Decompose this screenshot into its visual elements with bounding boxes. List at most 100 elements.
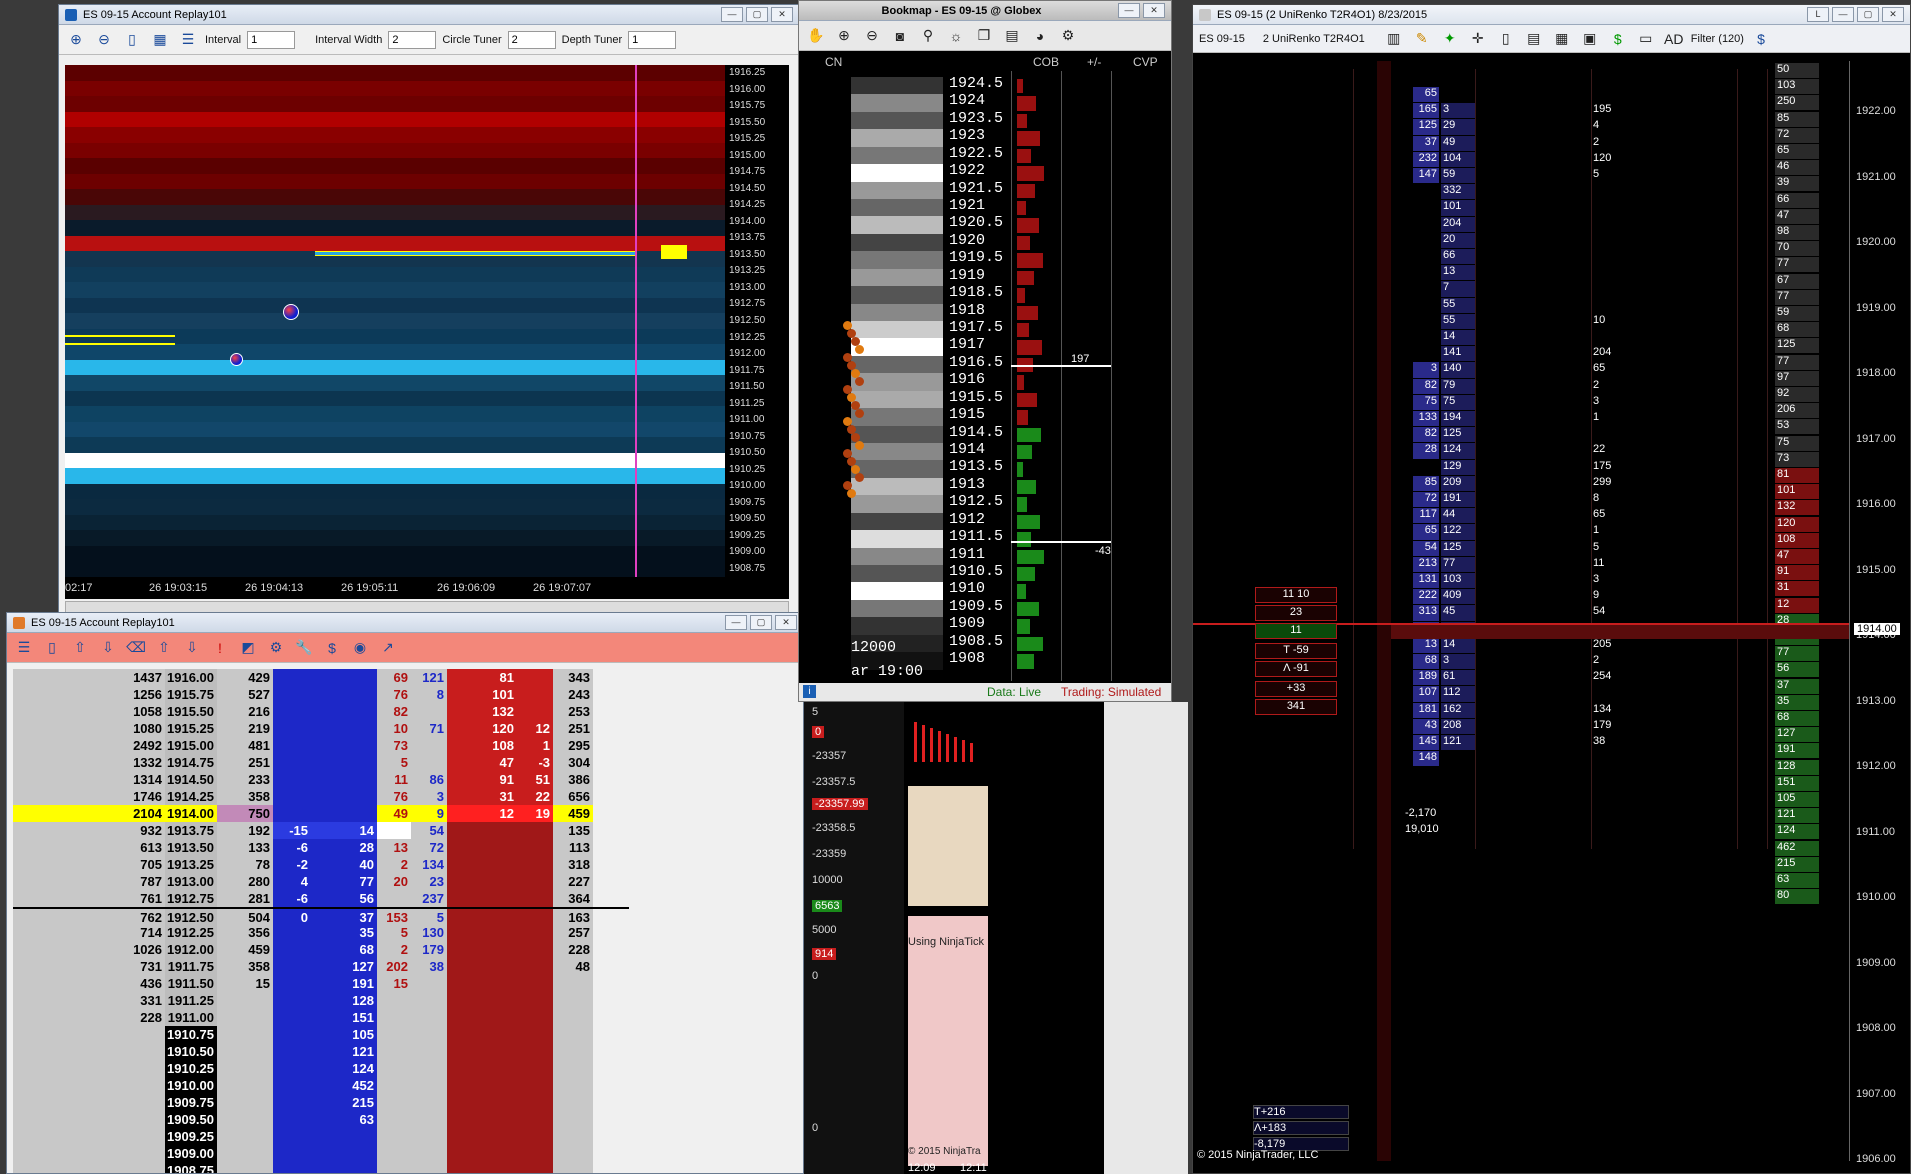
up-arrow-icon[interactable]: ⇧ [69, 637, 91, 659]
dom-cell[interactable] [311, 1145, 377, 1162]
dom-cell[interactable] [273, 720, 311, 737]
dom-cell[interactable] [447, 1128, 517, 1145]
close-button[interactable]: ✕ [771, 7, 793, 22]
filter-label[interactable]: Filter (120) [1691, 33, 1744, 45]
instrument-select[interactable]: ES 09-15 [1199, 33, 1257, 45]
down-arrow-icon[interactable]: ⇩ [97, 637, 119, 659]
dom-cell[interactable] [273, 1094, 311, 1111]
crosshair-icon[interactable]: ✛ [1467, 28, 1489, 50]
dollar-dropdown-icon[interactable]: $ [1750, 28, 1772, 50]
dom-cell[interactable]: 1916.00 [165, 669, 217, 686]
dom-cell[interactable]: 12 [447, 805, 517, 822]
dom-cell[interactable] [311, 788, 377, 805]
dom-cell[interactable]: 1911.75 [165, 958, 217, 975]
minimize-button[interactable]: — [725, 615, 747, 630]
chart-icon[interactable]: ▤ [1523, 28, 1545, 50]
dom-cell[interactable]: 1915.00 [165, 737, 217, 754]
dom-cell[interactable]: 127 [311, 958, 377, 975]
dom-cell[interactable]: 101 [447, 686, 517, 703]
close-button[interactable]: ✕ [775, 615, 797, 630]
dom-cell[interactable] [517, 1145, 553, 1162]
dom-cell[interactable]: 40 [311, 856, 377, 873]
zoom-out-icon[interactable]: ⊖ [861, 25, 883, 47]
lines-icon[interactable]: ☰ [177, 29, 199, 51]
bookmap-canvas[interactable]: 1924.5 1924 1923.5 1923 1922.5 1922 1921.5 1921… [799, 71, 1171, 681]
dollar-icon[interactable]: $ [1607, 28, 1629, 50]
pin-icon[interactable]: ✦ [1439, 28, 1461, 50]
grid-icon[interactable]: ▦ [149, 29, 171, 51]
nt-chart-area[interactable]: 1922.00 1921.00 1920.00 1919.00 1918.00 1917.… [1193, 61, 1910, 1171]
dom-cell[interactable]: 151 [311, 1009, 377, 1026]
nt-titlebar[interactable]: ES 09-15 (2 UniRenko T2R4O1) 8/23/2015 L… [1193, 5, 1910, 25]
dom-cell[interactable] [517, 1060, 553, 1077]
dom-cell[interactable] [447, 856, 517, 873]
heatmap-canvas[interactable] [65, 65, 725, 577]
dom-cell[interactable] [273, 788, 311, 805]
dom-cell[interactable] [447, 839, 517, 856]
zoom-out-icon[interactable]: ⊖ [93, 29, 115, 51]
dom-cell[interactable]: 1911.50 [165, 975, 217, 992]
depth-tuner-input[interactable]: 1 [628, 30, 677, 49]
dom-cell[interactable]: 1911.00 [165, 1009, 217, 1026]
dom-cell[interactable] [447, 909, 517, 924]
dom-cell[interactable]: 14 [311, 822, 377, 839]
dom-cell[interactable] [273, 754, 311, 771]
dom-cell[interactable] [517, 1162, 553, 1173]
dom-cell[interactable]: 1914.75 [165, 754, 217, 771]
up-arrow-icon[interactable]: ⇧ [153, 637, 175, 659]
dom-cell[interactable]: 452 [311, 1077, 377, 1094]
dom-cell[interactable]: 1912.50 [165, 909, 217, 924]
dom-cell[interactable] [517, 822, 553, 839]
dom-cell[interactable]: 1910.00 [165, 1077, 217, 1094]
properties-icon[interactable]: ▦ [1551, 28, 1573, 50]
dom-cell[interactable] [447, 975, 517, 992]
dom-cell[interactable] [311, 1128, 377, 1145]
dom-cell[interactable] [273, 1009, 311, 1026]
bars-icon[interactable]: ▥ [1383, 28, 1405, 50]
dom-cell[interactable] [273, 975, 311, 992]
dom-cell[interactable] [273, 737, 311, 754]
dom-cell[interactable] [517, 839, 553, 856]
down-arrow-icon[interactable]: ⇩ [181, 637, 203, 659]
trash-icon[interactable]: ▯ [41, 637, 63, 659]
dom-cell[interactable] [517, 686, 553, 703]
dom-cell[interactable]: 1913.50 [165, 839, 217, 856]
dom-cell[interactable]: 121 [311, 1043, 377, 1060]
lines-icon[interactable]: ☰ [13, 637, 35, 659]
close-button[interactable]: ✕ [1882, 7, 1904, 22]
dom-cell[interactable]: 124 [311, 1060, 377, 1077]
dom-cell[interactable]: 191 [311, 975, 377, 992]
image-icon[interactable]: ▣ [1579, 28, 1601, 50]
dom-cell[interactable]: -3 [517, 754, 553, 771]
dom-cell[interactable]: 81 [447, 669, 517, 686]
dom-cell[interactable]: -2 [273, 856, 311, 873]
dom-cell[interactable] [447, 924, 517, 941]
dom-cell[interactable] [273, 805, 311, 822]
heatmap-titlebar[interactable]: ES 09-15 Account Replay101 — ▢ ✕ [59, 5, 799, 25]
dom-cell[interactable] [273, 1077, 311, 1094]
dom-cell[interactable]: 1910.75 [165, 1026, 217, 1043]
dom-cell[interactable]: 12 [517, 720, 553, 737]
dom-cell[interactable] [311, 720, 377, 737]
dom-cell[interactable] [447, 1162, 517, 1173]
dom-cell[interactable] [517, 1026, 553, 1043]
dom-cell[interactable] [517, 941, 553, 958]
dom-cell[interactable] [517, 873, 553, 890]
dom-cell[interactable] [311, 805, 377, 822]
dom-cell[interactable] [447, 1094, 517, 1111]
dom-cell[interactable] [273, 1162, 311, 1173]
speech-icon[interactable]: ◉ [349, 637, 371, 659]
dom-cell[interactable] [517, 909, 553, 924]
dom-cell[interactable]: 1912.25 [165, 924, 217, 941]
dom-cell[interactable] [273, 941, 311, 958]
dom-cell[interactable]: 108 [447, 737, 517, 754]
dom-cell[interactable] [447, 1060, 517, 1077]
chart-icon[interactable]: ◩ [237, 637, 259, 659]
dom-cell[interactable] [311, 737, 377, 754]
link-button[interactable]: L [1807, 7, 1829, 22]
dom-cell[interactable] [517, 958, 553, 975]
dom-cell[interactable]: 63 [311, 1111, 377, 1128]
dom-cell[interactable] [273, 1026, 311, 1043]
dom-cell[interactable]: -6 [273, 890, 311, 907]
dom-cell[interactable]: 120 [447, 720, 517, 737]
